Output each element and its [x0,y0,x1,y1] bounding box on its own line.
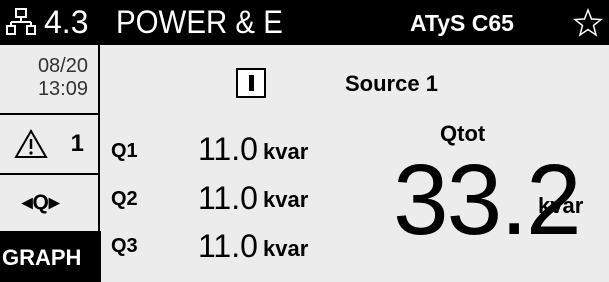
alarm-count: 1 [70,130,84,157]
q3-value: 11.0 [198,228,258,264]
device-screen: 4.3 POWER & E ATyS C65 08/20 13:09 1 ◂Q▸… [0,0,609,282]
date-time-panel: 08/20 13:09 [0,45,100,113]
date-text: 08/20 [37,55,88,77]
q2-value: 11.0 [198,180,258,216]
menu-code: 4.3 [44,4,89,40]
alarm-button[interactable]: 1 [0,113,100,173]
graph-button[interactable]: GRAPH [0,231,101,282]
side-menu: 08/20 13:09 1 ◂Q▸ GRAPH [0,45,101,282]
q1-unit: kvar [263,139,309,164]
q3-label: Q3 [111,235,138,257]
star-outline-icon[interactable] [573,8,603,38]
graph-label: GRAPH [2,245,82,270]
q2-unit: kvar [263,187,309,212]
q1-label: Q1 [111,140,138,162]
header-bar: 4.3 POWER & E ATyS C65 [0,0,609,45]
device-name: ATyS C65 [410,10,514,36]
qtot-unit: kvar [538,193,584,218]
arrows-q-icon: ◂Q▸ [22,191,60,214]
time-text: 13:09 [37,78,88,100]
q1-value: 11.0 [198,131,258,167]
warning-triangle-icon [14,129,48,158]
source-label: Source 1 [345,71,438,96]
q3-unit: kvar [263,236,309,261]
network-hierarchy-icon [6,8,36,35]
q2-label: Q2 [111,188,138,210]
switch-position-icon [236,68,266,98]
quantity-nav-button[interactable]: ◂Q▸ [0,173,100,231]
page-title: POWER & E [116,4,283,40]
